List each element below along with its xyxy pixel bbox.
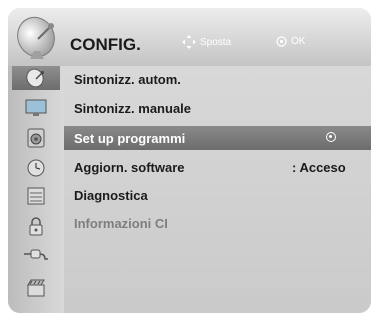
lock-icon[interactable] bbox=[12, 214, 60, 238]
hint-move-label: Sposta bbox=[200, 36, 232, 48]
menu-item-ci-information: Informazioni CI bbox=[64, 211, 371, 235]
setup-satellite-icon[interactable] bbox=[12, 66, 60, 90]
menu-content: Sintonizz. autom. Sintonizz. manuale Set… bbox=[64, 66, 371, 313]
menu-item-label: Diagnostica bbox=[74, 187, 148, 203]
menu-category-sidebar bbox=[8, 66, 64, 313]
menu-item-label: Sintonizz. manuale bbox=[74, 100, 192, 116]
menu-item-manual-tuning[interactable]: Sintonizz. manuale bbox=[64, 96, 371, 120]
audio-icon[interactable] bbox=[12, 126, 60, 150]
menu-item-label: Aggiorn. software bbox=[74, 159, 185, 175]
menu-header: CONFIG. Sposta OK bbox=[8, 8, 371, 66]
software-update-value: : Acceso bbox=[292, 159, 346, 175]
picture-icon[interactable] bbox=[12, 96, 60, 120]
usb-media-icon[interactable] bbox=[12, 276, 60, 300]
ok-selected-icon bbox=[326, 132, 336, 142]
menu-item-diagnostics[interactable]: Diagnostica bbox=[64, 183, 371, 207]
hint-ok-label: OK bbox=[291, 36, 306, 47]
option-icon[interactable] bbox=[12, 184, 60, 208]
menu-item-label: Sintonizz. autom. bbox=[74, 71, 181, 87]
time-icon[interactable] bbox=[12, 156, 60, 180]
ok-button-icon bbox=[276, 36, 287, 47]
satellite-dish-icon bbox=[17, 16, 55, 59]
menu-item-programme-edit[interactable]: Set up programmi bbox=[64, 126, 371, 150]
menu-item-software-update[interactable]: Aggiorn. software : Acceso bbox=[64, 155, 371, 179]
menu-item-auto-tuning[interactable]: Sintonizz. autom. bbox=[64, 67, 371, 91]
input-icon[interactable] bbox=[12, 242, 60, 266]
setup-menu-panel: CONFIG. Sposta OK Sintonizz. autom. Sint… bbox=[8, 8, 371, 313]
menu-item-label: Set up programmi bbox=[74, 130, 186, 146]
navigation-hint: Sposta bbox=[182, 35, 231, 49]
directional-pad-icon bbox=[182, 35, 196, 49]
ok-hint: OK bbox=[276, 36, 305, 47]
page-title: CONFIG. bbox=[70, 35, 141, 54]
menu-item-label: Informazioni CI bbox=[74, 215, 168, 231]
